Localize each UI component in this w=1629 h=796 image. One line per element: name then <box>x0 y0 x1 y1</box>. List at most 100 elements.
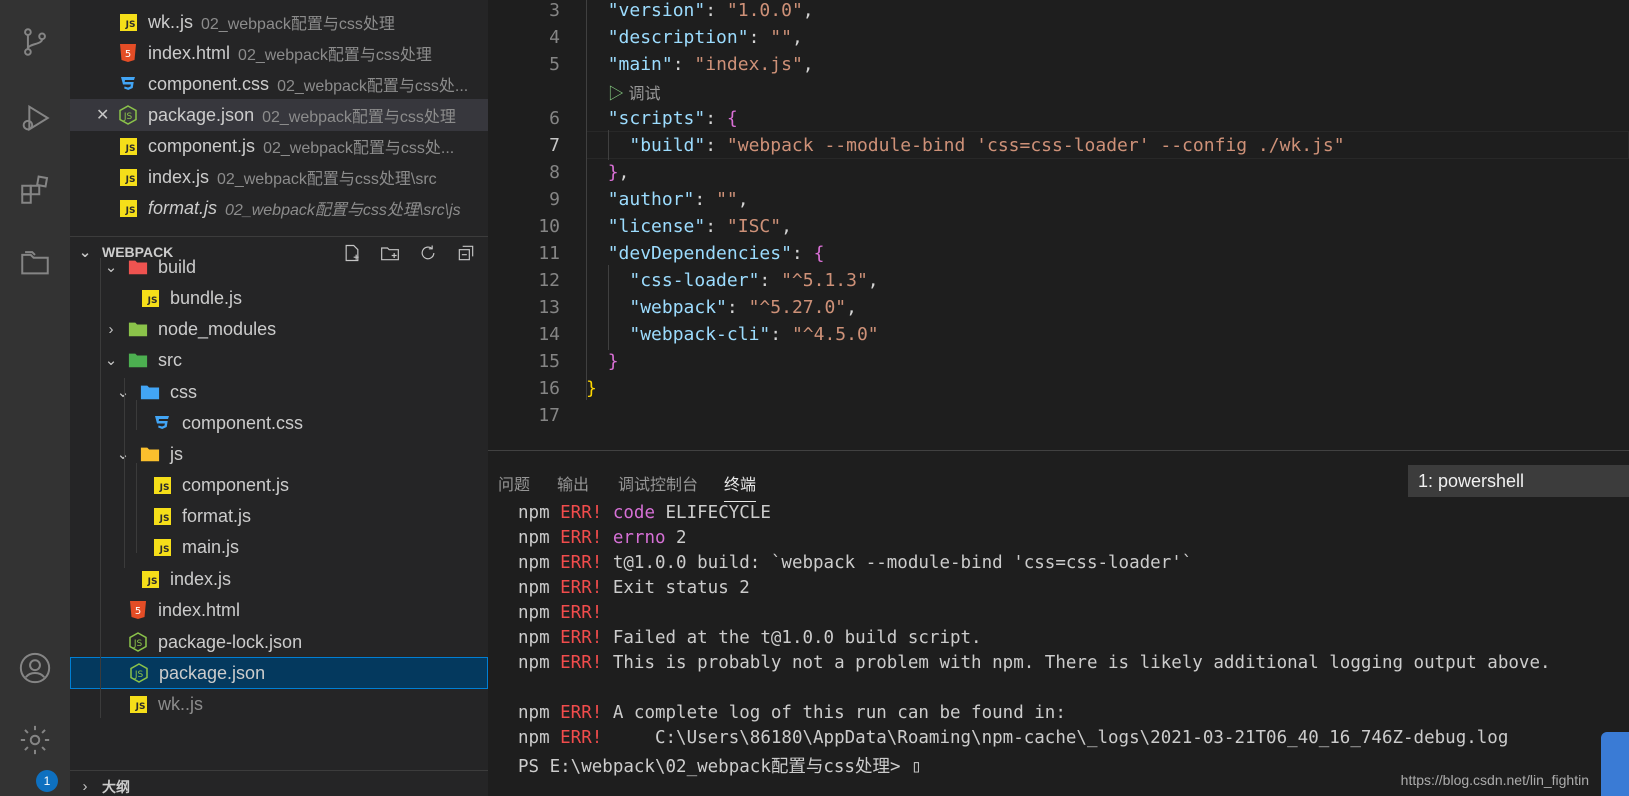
open-editor-item[interactable]: 5 index.html 02_webpack配置与css处理 <box>70 37 488 69</box>
svg-text:JS: JS <box>134 670 144 680</box>
open-editor-name: package.json <box>148 104 255 125</box>
open-editor-name: wk..js <box>148 11 193 32</box>
tree-item[interactable]: ⌄ src <box>70 344 488 376</box>
tab-output[interactable]: 输出 <box>557 471 589 501</box>
open-editor-path: 02_webpack配置与css处理 <box>262 109 456 126</box>
tree-item[interactable]: ⌄ css <box>70 376 488 408</box>
outline-section-header[interactable]: › 大纲 <box>70 770 488 796</box>
js-file-icon: JS <box>152 506 172 526</box>
tree-item[interactable]: ⌄ js <box>70 438 488 470</box>
json-file-icon: JS <box>128 632 148 652</box>
code-line-5: "main": "index.js", <box>607 54 814 75</box>
open-editor-path: 02_webpack配置与css处理\src\js <box>225 202 461 219</box>
activity-bar: 1 <box>0 0 70 796</box>
js-file-icon: JS <box>140 288 160 308</box>
run-debug-icon[interactable] <box>17 100 53 136</box>
code-line-11: "devDependencies": { <box>607 243 825 264</box>
tree-item[interactable]: › node_modules <box>70 313 488 345</box>
tree-item-label: src <box>158 349 182 370</box>
line-number: 13 <box>538 297 560 318</box>
terminal-line: npm ERR! t@1.0.0 build: `webpack --modul… <box>518 553 1193 573</box>
debug-codelens[interactable]: ▷ 调试 <box>608 80 660 104</box>
explorer-icon[interactable] <box>17 244 53 280</box>
chevron-right-icon[interactable]: › <box>102 321 120 338</box>
chevron-right-icon: › <box>82 778 88 795</box>
code-editor[interactable]: 3 4 5 6 7 8 9 10 11 12 13 14 15 16 17 "version": "1.0.… <box>488 0 1629 450</box>
tree-item[interactable]: 5 index.html <box>70 594 488 626</box>
line-number: 10 <box>538 216 560 237</box>
js-file-icon: JS <box>118 136 138 156</box>
tree-item[interactable]: JS package-lock.json <box>70 626 488 658</box>
chevron-down-icon[interactable]: ⌄ <box>102 351 120 369</box>
terminal-line: npm ERR! errno 2 <box>518 528 687 548</box>
open-editor-path: 02_webpack配置与css处理 <box>201 16 395 33</box>
tree-item-label: main.js <box>182 536 240 557</box>
js-file-icon: JS <box>118 167 138 187</box>
tree-item-label: js <box>170 443 183 464</box>
terminal-line: npm ERR! A complete log of this run can … <box>518 703 1066 723</box>
tree-item[interactable]: JS index.js <box>70 563 488 595</box>
line-number: 16 <box>538 378 560 399</box>
chevron-down-icon[interactable]: ⌄ <box>114 445 132 463</box>
open-editor-item[interactable]: JS format.js 02_webpack配置与css处理\src\js <box>70 192 488 224</box>
tree-indent-guide <box>124 378 125 568</box>
tree-item-label: component.css <box>182 412 304 433</box>
code-line-9: "author": "", <box>607 189 749 210</box>
tab-problems[interactable]: 问题 <box>498 471 530 501</box>
tree-item[interactable]: JS bundle.js <box>70 282 488 314</box>
terminal-line: npm ERR! code ELIFECYCLE <box>518 503 771 523</box>
line-number: 14 <box>538 324 560 345</box>
line-number: 15 <box>538 351 560 372</box>
open-editor-item[interactable]: ✕ JS package.json 02_webpack配置与css处理 <box>70 99 488 131</box>
js-file-icon: JS <box>140 569 160 589</box>
json-file-icon: JS <box>129 663 149 683</box>
settings-icon[interactable] <box>17 722 53 758</box>
code-line-13: "webpack": "^5.27.0", <box>629 297 857 318</box>
account-icon[interactable] <box>17 650 53 686</box>
open-editor-item[interactable]: JS wk..js 02_webpack配置与css处理 <box>70 6 488 38</box>
tree-item[interactable]: JS component.js <box>70 469 488 501</box>
open-editor-path: 02_webpack配置与css处... <box>277 78 469 95</box>
terminal-line: npm ERR! <box>518 603 603 623</box>
open-editor-item[interactable]: component.css 02_webpack配置与css处... <box>70 68 488 100</box>
tab-debug-console[interactable]: 调试控制台 <box>618 471 698 501</box>
tree-item[interactable]: ⌄ build <box>70 251 488 283</box>
terminal-select[interactable]: 1: powershell <box>1408 465 1629 497</box>
terminal-line: npm ERR! Failed at the t@1.0.0 build scr… <box>518 628 982 648</box>
tree-item-label: format.js <box>182 505 252 526</box>
tree-item[interactable]: JS format.js <box>70 500 488 532</box>
floating-button[interactable] <box>1601 732 1629 796</box>
js-file-icon: JS <box>152 475 172 495</box>
tree-item-label: bundle.js <box>170 287 243 308</box>
tree-item-label: index.js <box>170 568 232 589</box>
tree-item-label: node_modules <box>158 318 277 339</box>
open-editor-item[interactable]: JS component.js 02_webpack配置与css处... <box>70 130 488 162</box>
code-line-6: "scripts": { <box>607 108 738 129</box>
tab-terminal[interactable]: 终端 <box>724 471 757 502</box>
open-editor-item[interactable]: JS index.js 02_webpack配置与css处理\src <box>70 161 488 193</box>
folder-icon <box>128 319 148 339</box>
source-control-icon[interactable] <box>17 24 53 60</box>
chevron-down-icon[interactable]: ⌄ <box>102 258 120 276</box>
extensions-icon[interactable] <box>17 172 53 208</box>
tree-item[interactable]: JS main.js <box>70 531 488 563</box>
tree-indent-guide <box>136 463 137 553</box>
open-editor-name: format.js <box>148 197 218 218</box>
tree-item[interactable]: component.css <box>70 407 488 439</box>
terminal-line: npm ERR! This is probably not a problem … <box>518 653 1551 673</box>
tree-item-label: css <box>170 381 197 402</box>
folder-icon <box>140 444 160 464</box>
code-line-12: "css-loader": "^5.1.3", <box>629 270 879 291</box>
tree-indent-guide <box>100 258 101 718</box>
close-icon[interactable]: ✕ <box>96 105 109 125</box>
code-line-4: "description": "", <box>607 27 803 48</box>
json-file-icon: JS <box>118 105 138 125</box>
chevron-down-icon[interactable]: ⌄ <box>114 383 132 401</box>
watermark-text: https://blog.csdn.net/lin_fightin <box>1400 772 1589 788</box>
tree-indent-guide <box>136 400 137 430</box>
tree-item-label: wk..js <box>158 693 203 714</box>
settings-badge: 1 <box>36 770 58 792</box>
html-file-icon: 5 <box>118 43 138 63</box>
tree-item[interactable]: JS wk..js <box>70 688 488 720</box>
tree-item[interactable]: JS package.json <box>70 657 488 689</box>
